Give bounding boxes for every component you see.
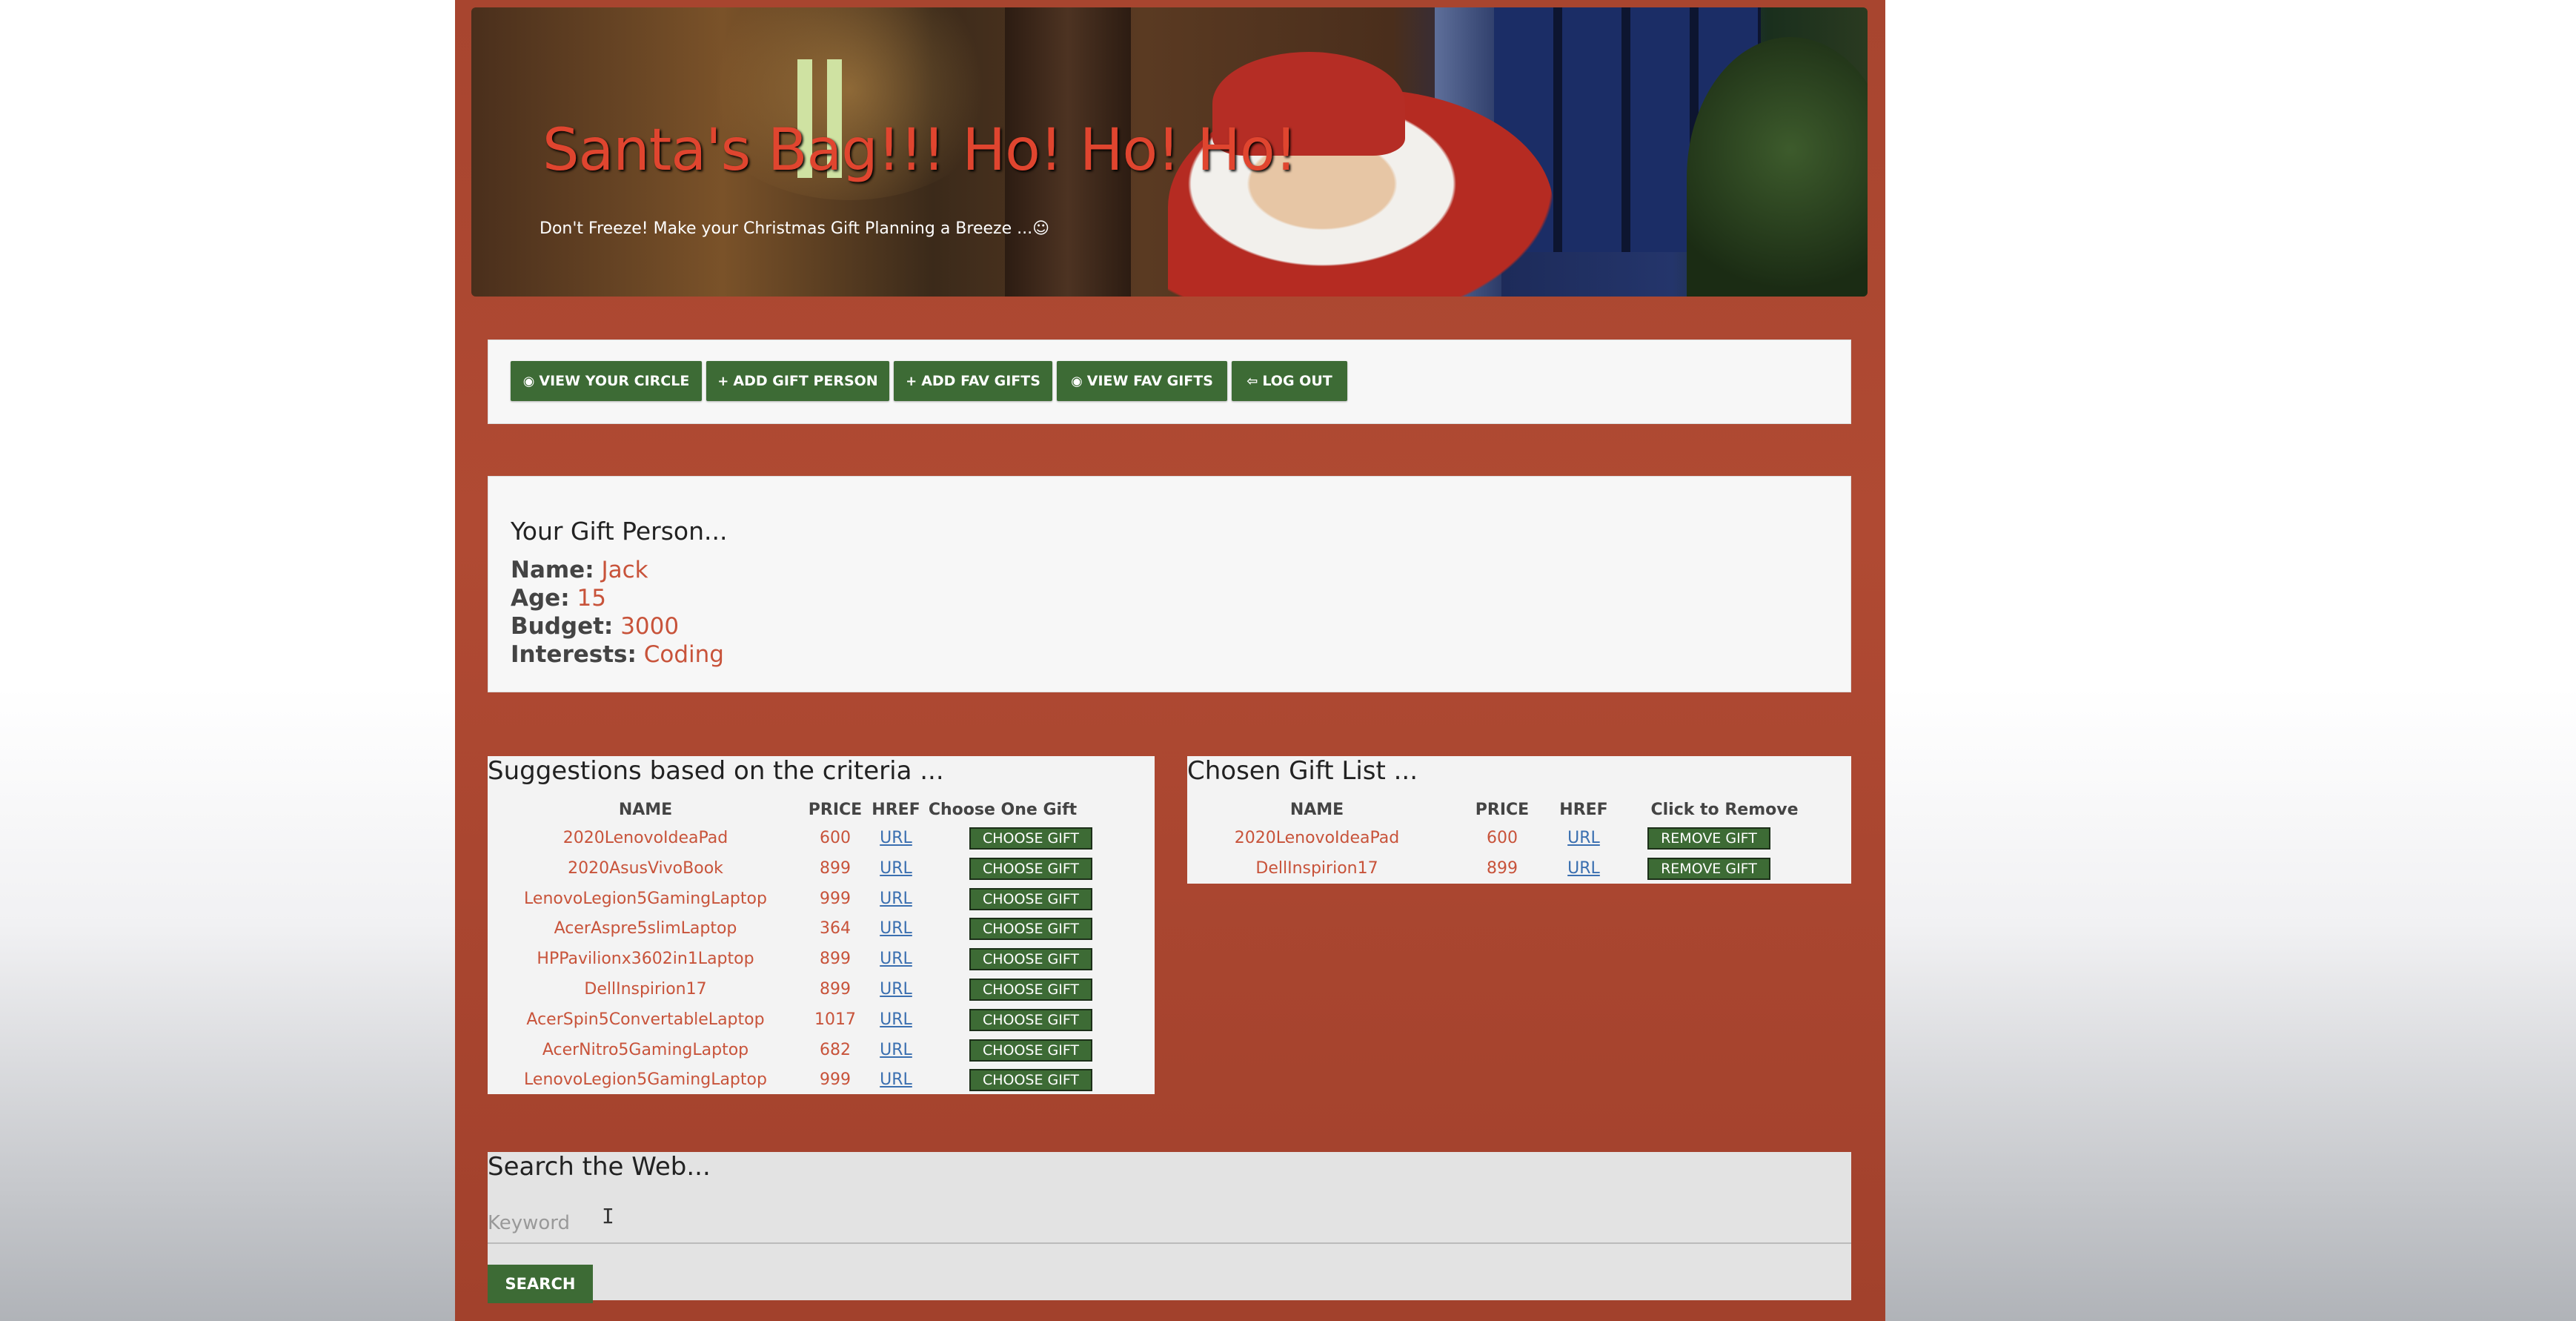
eye-icon: ◉ [1071,373,1083,389]
add-fav-gifts-button[interactable]: + ADD FAV GIFTS [894,361,1052,401]
gift-price: 899 [820,950,851,969]
gift-url-link[interactable]: URL [867,1010,925,1029]
search-button[interactable]: SEARCH [488,1265,593,1303]
gift-url-link[interactable]: URL [867,1041,925,1059]
gift-url-link[interactable]: URL [867,1070,925,1089]
gift-url-link[interactable]: URL [1558,859,1610,878]
gift-price: 600 [1487,829,1518,847]
col-header-price: PRICE [808,801,863,819]
search-heading: Search the Web... [488,1152,711,1182]
choose-gift-button[interactable]: CHOOSE GIFT [969,827,1092,850]
suggestions-table: Suggestions based on the criteria ... NA… [488,756,1155,1094]
gift-name: AcerSpin5ConvertableLaptop [526,1010,765,1029]
remove-gift-button[interactable]: REMOVE GIFT [1647,827,1770,850]
page-container: Santa's Bag!!! Ho! Ho! Ho! Don't Freeze!… [455,0,1885,1321]
age-value: 15 [577,585,606,612]
col-header-remove: Click to Remove [1650,801,1799,819]
plus-icon: + [717,373,729,389]
remove-gift-button[interactable]: REMOVE GIFT [1647,857,1770,880]
gift-name: 2020LenovoIdeaPad [1234,829,1400,847]
view-fav-gifts-button[interactable]: ◉ VIEW FAV GIFTS [1057,361,1227,401]
gift-price: 1017 [814,1010,856,1029]
view-fav-gifts-label: VIEW FAV GIFTS [1086,373,1213,389]
add-gift-person-button[interactable]: + ADD GIFT PERSON [706,361,889,401]
gift-price: 899 [820,858,851,878]
log-out-label: LOG OUT [1262,373,1332,389]
log-out-button[interactable]: ⇦ LOG OUT [1232,361,1347,401]
eye-icon: ◉ [522,373,535,389]
choose-gift-button[interactable]: CHOOSE GIFT [969,918,1092,941]
gift-name: LenovoLegion5GamingLaptop [524,889,767,908]
choose-gift-button[interactable]: CHOOSE GIFT [969,887,1092,910]
gift-url-link[interactable]: URL [867,859,925,878]
gift-name: AcerNitro5GamingLaptop [542,1040,749,1059]
add-gift-person-label: ADD GIFT PERSON [733,373,878,389]
gift-url-link[interactable]: URL [867,919,925,938]
suggestions-heading: Suggestions based on the criteria ... [488,756,944,786]
age-label: Age: [511,585,570,612]
choose-gift-button[interactable]: CHOOSE GIFT [969,857,1092,880]
choose-gift-button[interactable]: CHOOSE GIFT [969,948,1092,971]
gift-price: 899 [820,980,851,999]
gift-name: DellInspirion17 [1255,858,1378,878]
gift-name: DellInspirion17 [584,980,707,999]
person-interests-row: Interests: Coding [511,641,724,668]
interests-value: Coding [643,641,724,668]
gift-url-link[interactable]: URL [867,890,925,908]
choose-gift-button[interactable]: CHOOSE GIFT [969,1008,1092,1031]
col-header-href: HREF [1559,801,1608,819]
gift-url-link[interactable]: URL [867,950,925,968]
gift-person-card: Your Gift Person... Name: Jack Age: 15 B… [488,476,1851,692]
gift-price: 364 [820,919,851,938]
gift-name: 2020AsusVivoBook [568,858,723,878]
gift-url-link[interactable]: URL [1558,829,1610,847]
person-age-row: Age: 15 [511,585,606,612]
text-cursor-icon: I [602,1204,614,1228]
add-fav-gifts-label: ADD FAV GIFTS [921,373,1040,389]
gift-price: 682 [820,1040,851,1059]
view-circle-label: VIEW YOUR CIRCLE [539,373,690,389]
budget-value: 3000 [620,613,680,640]
gift-name: HPPavilionx3602in1Laptop [537,950,754,969]
col-header-price: PRICE [1475,801,1530,819]
gift-price: 999 [820,1070,851,1090]
choose-gift-button[interactable]: CHOOSE GIFT [969,1069,1092,1092]
logout-icon: ⇦ [1246,373,1258,389]
site-subtitle: Don't Freeze! Make your Christmas Gift P… [540,219,1050,238]
header-banner: Santa's Bag!!! Ho! Ho! Ho! Don't Freeze!… [471,7,1868,297]
keyword-input[interactable] [488,1204,1851,1244]
gift-name: AcerAspre5slimLaptop [554,919,737,938]
chosen-gift-table: Chosen Gift List ... NAME PRICE HREF Cli… [1187,756,1851,884]
chosen-heading: Chosen Gift List ... [1187,756,1418,786]
gift-price: 600 [820,829,851,847]
gift-price: 899 [1487,858,1518,878]
name-value: Jack [601,557,648,583]
gift-url-link[interactable]: URL [867,980,925,999]
choose-gift-button[interactable]: CHOOSE GIFT [969,979,1092,1001]
plus-icon: + [906,373,917,389]
person-name-row: Name: Jack [511,557,648,583]
col-header-name: NAME [1289,801,1344,819]
nav-toolbar: ◉ VIEW YOUR CIRCLE + ADD GIFT PERSON + A… [488,340,1851,424]
gift-person-heading: Your Gift Person... [511,517,728,546]
gift-price: 999 [820,889,851,908]
budget-label: Budget: [511,613,614,640]
col-header-href: HREF [872,801,920,819]
view-circle-button[interactable]: ◉ VIEW YOUR CIRCLE [511,361,702,401]
person-budget-row: Budget: 3000 [511,613,679,640]
col-header-name: NAME [618,801,673,819]
gift-name: 2020LenovoIdeaPad [562,829,728,847]
search-web-section: Search the Web... SEARCH [488,1152,1851,1303]
name-label: Name: [511,557,594,583]
choose-gift-button[interactable]: CHOOSE GIFT [969,1039,1092,1062]
interests-label: Interests: [511,641,637,668]
col-header-choose: Choose One Gift [928,801,1078,819]
gift-name: LenovoLegion5GamingLaptop [524,1070,767,1090]
site-title: Santa's Bag!!! Ho! Ho! Ho! [542,117,1298,184]
gift-url-link[interactable]: URL [867,829,925,847]
